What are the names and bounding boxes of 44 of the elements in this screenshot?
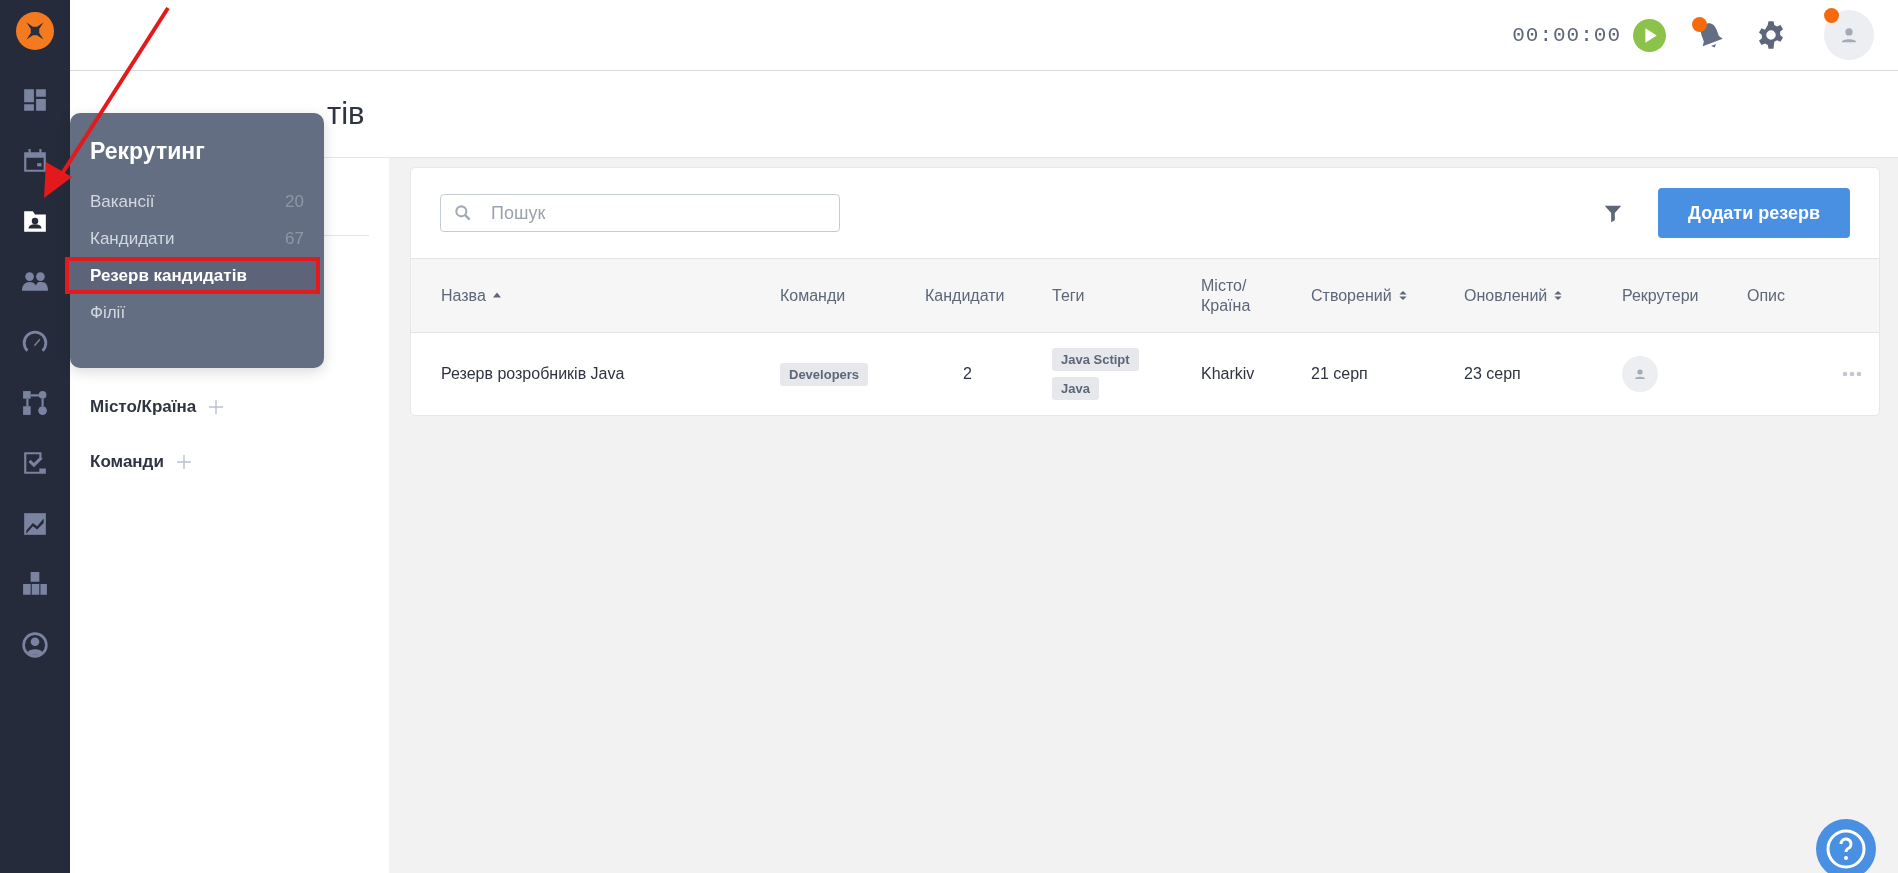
column-header[interactable]: Кандидати — [925, 285, 1005, 306]
column-header[interactable]: Створений — [1311, 285, 1392, 306]
settings-icon[interactable] — [1756, 20, 1786, 50]
search-icon — [453, 203, 473, 223]
search-field[interactable]: Пошук — [440, 194, 840, 232]
column-header[interactable]: Команди — [780, 285, 846, 306]
workflow-icon[interactable] — [22, 389, 48, 416]
column-header[interactable]: Місто/ Країна — [1201, 275, 1263, 316]
column-header[interactable]: Рекрутери — [1622, 285, 1699, 306]
checklist-icon[interactable] — [22, 450, 48, 477]
updated-date: 23 серп — [1464, 365, 1521, 383]
menu-item[interactable]: Філії — [70, 294, 324, 331]
candidate-count: 2 — [962, 365, 972, 383]
column-header[interactable]: Оновлений — [1464, 285, 1548, 306]
sort-up-icon[interactable] — [491, 290, 502, 301]
page-title: тів — [327, 96, 365, 132]
city: Kharkiv — [1201, 365, 1255, 383]
folder-person-icon[interactable] — [22, 208, 48, 235]
column-header[interactable]: Опис — [1747, 285, 1786, 306]
avatar-icon[interactable] — [1622, 356, 1658, 392]
reserve-name[interactable]: Резерв розробників Java — [441, 365, 625, 383]
logo-icon[interactable] — [16, 12, 54, 50]
filter-label: Команди — [90, 451, 164, 472]
dashboard-icon[interactable] — [22, 87, 48, 114]
timer: 00:00:00 — [1512, 23, 1621, 47]
created-date: 21 серп — [1311, 365, 1368, 383]
add-reserve-button[interactable]: Додати резерв — [1658, 188, 1850, 238]
column-header[interactable]: Теги — [1052, 285, 1085, 306]
sort-icon[interactable] — [1553, 290, 1564, 301]
play-button[interactable] — [1633, 18, 1666, 52]
tag: Java Sctipt — [1052, 348, 1139, 371]
team-tag: Developers — [780, 362, 869, 386]
menu-item[interactable]: Резерв кандидатів — [65, 257, 320, 294]
calendar-icon[interactable] — [22, 147, 48, 174]
help-button[interactable] — [1816, 819, 1876, 873]
chart-icon[interactable] — [22, 510, 48, 537]
filter-label: Місто/Країна — [90, 396, 197, 417]
menu-title: Рекрутинг — [89, 138, 206, 165]
profile-icon[interactable] — [22, 631, 48, 658]
sort-icon[interactable] — [1397, 290, 1408, 301]
boxes-icon[interactable] — [22, 571, 48, 598]
avatar-icon[interactable] — [1824, 10, 1874, 60]
column-header[interactable]: Назва — [441, 285, 486, 306]
tag: Java — [1052, 377, 1099, 400]
